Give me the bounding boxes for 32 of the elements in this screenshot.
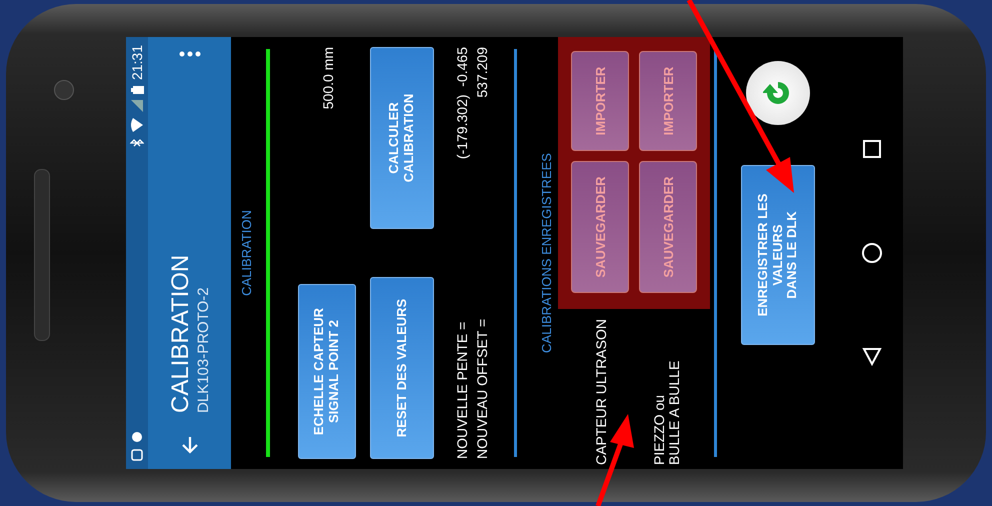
- sensor-label: PIEZZO ou BULLE A BULLE: [652, 360, 680, 465]
- battery-icon: [130, 86, 144, 94]
- notification-icon: [131, 449, 143, 461]
- write-to-device-button[interactable]: ENREGISTRER LES VALEURS DANS LE DLK: [741, 165, 815, 345]
- camera-lens: [54, 80, 74, 100]
- sensor-label: CAPTEUR ULTRASON: [594, 318, 610, 465]
- result-label: NOUVEAU OFFSET =: [474, 318, 490, 459]
- section-title: CALIBRATION: [239, 210, 254, 296]
- signal-icon: [131, 100, 143, 112]
- bluetooth-icon: [130, 138, 144, 148]
- result-label: NOUVELLE PENTE =: [454, 322, 470, 459]
- wifi-icon: [131, 118, 143, 132]
- action-button[interactable]: CALCULER CALIBRATION: [370, 47, 434, 229]
- result-value: (-179.302) -0.465: [454, 47, 470, 160]
- recents-nav-icon[interactable]: [862, 138, 882, 159]
- screen-title: CALIBRATION: [167, 254, 195, 413]
- save-button[interactable]: SAUVEGARDER: [639, 161, 697, 293]
- distance-reading: 500.0 mm: [320, 47, 336, 110]
- section-title: CALIBRATIONS ENREGISTREES: [539, 153, 554, 353]
- back-arrow-icon[interactable]: [180, 435, 200, 455]
- action-button[interactable]: RESET DES VALEURS: [370, 277, 434, 459]
- save-button[interactable]: SAUVEGARDER: [571, 161, 629, 293]
- device-name: DLK103-PROTO-2: [195, 286, 212, 413]
- more-menu-icon[interactable]: [178, 51, 200, 57]
- notification-icon: [131, 431, 143, 443]
- home-nav-icon[interactable]: [861, 242, 883, 264]
- import-button[interactable]: IMPORTER: [571, 51, 629, 151]
- back-nav-icon[interactable]: [862, 347, 882, 368]
- import-button[interactable]: IMPORTER: [639, 51, 697, 151]
- scale-point-button[interactable]: ECHELLE CAPTEUR SIGNAL POINT 2: [298, 284, 356, 459]
- clock-time: 21:31: [129, 45, 145, 80]
- result-value: 537.209: [474, 47, 490, 98]
